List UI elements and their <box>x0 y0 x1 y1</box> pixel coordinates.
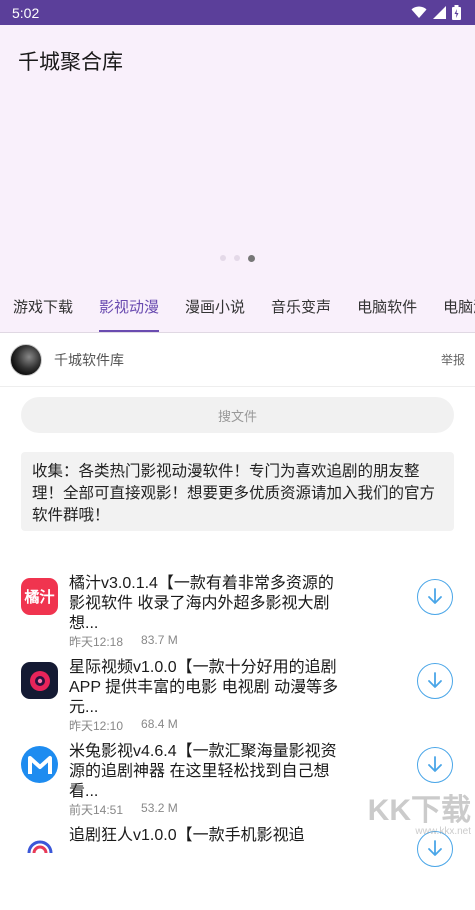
list-item[interactable]: 追剧狂人v1.0.0【一款手机影视追 <box>0 826 475 910</box>
download-arrow-icon <box>427 588 443 606</box>
wifi-icon <box>411 6 427 19</box>
download-button[interactable] <box>417 747 453 783</box>
author-name[interactable]: 千城软件库 <box>54 350 124 370</box>
status-time: 5:02 <box>12 5 39 21</box>
carousel-dot[interactable] <box>234 255 240 261</box>
download-arrow-icon <box>427 756 443 774</box>
file-time: 昨天12:10 <box>69 717 123 734</box>
notice-text: 收集：各类热门影视动漫软件！专门为喜欢追剧的朋友整理！全部可直接观影！想要更多优… <box>21 452 454 531</box>
app-title: 千城聚合库 <box>18 46 123 76</box>
download-arrow-icon <box>427 840 443 858</box>
file-size: 53.2 M <box>141 801 178 818</box>
file-time: 昨天12:18 <box>69 633 123 650</box>
file-meta: 昨天12:10 68.4 M <box>69 717 178 734</box>
report-link[interactable]: 举报 <box>441 351 465 368</box>
tab-item[interactable]: 游戏下载 <box>0 287 86 333</box>
file-size: 83.7 M <box>141 633 178 650</box>
juzhi-app-icon: 橘汁 <box>21 578 58 615</box>
category-tabs: 游戏下载影视动漫漫画小说音乐变声电脑软件电脑游 <box>0 287 475 333</box>
file-title[interactable]: 追剧狂人v1.0.0【一款手机影视追 <box>69 826 339 846</box>
carousel-dot[interactable] <box>248 255 255 262</box>
file-meta: 昨天12:18 83.7 M <box>69 633 178 650</box>
carousel-indicator <box>0 255 475 262</box>
file-list: 橘汁橘汁v3.0.1.4【一款有着非常多资源的影视软件 收录了海内外超多影视大剧… <box>0 574 475 910</box>
file-time: 前天14:51 <box>69 801 123 818</box>
zhuiju-app-icon <box>21 830 58 867</box>
watermark-url: www.kkx.net <box>368 826 471 838</box>
file-meta: 前天14:51 53.2 M <box>69 801 178 818</box>
xingji-app-icon <box>21 662 58 699</box>
watermark-text: KK下载 <box>368 794 471 827</box>
tab-item[interactable]: 电脑软件 <box>344 287 430 333</box>
mitu-app-icon <box>21 746 58 783</box>
signal-icon <box>433 6 446 19</box>
download-button[interactable] <box>417 663 453 699</box>
tab-item[interactable]: 影视动漫 <box>86 287 172 333</box>
avatar[interactable] <box>10 344 42 376</box>
file-title[interactable]: 橘汁v3.0.1.4【一款有着非常多资源的影视软件 收录了海内外超多影视大剧 想… <box>69 574 339 634</box>
file-title[interactable]: 米兔影视v4.6.4【一款汇聚海量影视资源的追剧神器 在这里轻松找到自己想看..… <box>69 742 339 802</box>
status-icons <box>411 5 461 20</box>
status-bar: 5:02 <box>0 0 475 25</box>
battery-icon <box>452 5 461 20</box>
search-input[interactable]: 搜文件 <box>21 397 454 433</box>
download-button[interactable] <box>417 579 453 615</box>
file-title[interactable]: 星际视频v1.0.0【一款十分好用的追剧APP 提供丰富的电影 电视剧 动漫等多… <box>69 658 339 718</box>
tab-item[interactable]: 电脑游 <box>430 287 475 333</box>
file-size: 68.4 M <box>141 717 178 734</box>
carousel-dot[interactable] <box>220 255 226 261</box>
author-row: 千城软件库 举报 <box>0 333 475 387</box>
tab-item[interactable]: 漫画小说 <box>172 287 258 333</box>
download-arrow-icon <box>427 672 443 690</box>
list-item[interactable]: 星际视频v1.0.0【一款十分好用的追剧APP 提供丰富的电影 电视剧 动漫等多… <box>0 658 475 742</box>
tab-item[interactable]: 音乐变声 <box>258 287 344 333</box>
list-item[interactable]: 橘汁橘汁v3.0.1.4【一款有着非常多资源的影视软件 收录了海内外超多影视大剧… <box>0 574 475 658</box>
watermark: KK下载 www.kkx.net <box>368 796 471 838</box>
